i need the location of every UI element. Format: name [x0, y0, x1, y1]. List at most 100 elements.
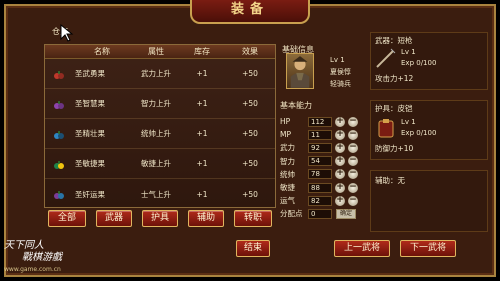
- stat-label: 敏捷: [280, 183, 295, 193]
- minus-icon[interactable]: −: [348, 142, 358, 153]
- item-effect: +50: [242, 129, 258, 138]
- filter-all-button[interactable]: 全部: [48, 210, 86, 227]
- col-effect: 效果: [242, 47, 258, 56]
- item-attr: 武力上升: [141, 69, 171, 78]
- stat-row-hp: HP 112 + −: [280, 115, 370, 128]
- prev-general-button[interactable]: 上一武将: [334, 240, 390, 257]
- minus-icon[interactable]: −: [348, 169, 358, 180]
- table-row[interactable]: 圣武勇果 武力上升 +1 +50: [45, 59, 275, 89]
- item-name: 圣奸运果: [75, 189, 105, 199]
- fruit-icon: [54, 100, 64, 109]
- item-attr: 士气上升: [141, 189, 171, 199]
- plus-icon[interactable]: +: [335, 142, 345, 153]
- general-level: Lv 1: [330, 56, 345, 64]
- table-row[interactable]: 圣奸运果 士气上升 +1 +50: [45, 179, 275, 209]
- minus-icon[interactable]: −: [348, 182, 358, 193]
- stat-label: 运气: [280, 196, 295, 206]
- fruit-icon: [54, 70, 64, 79]
- table-header: 名称 属性 库存 效果: [45, 45, 275, 59]
- weapon-exp: Exp 0/100: [401, 59, 437, 67]
- plus-icon[interactable]: +: [335, 129, 345, 140]
- watermark-site: www.game.com.cn: [4, 266, 61, 273]
- unit-type: 轻骑兵: [330, 80, 351, 88]
- item-table: 名称 属性 库存 效果 圣武勇果 武力上升 +1 +50 圣智慧果 智力上升 +…: [44, 44, 276, 208]
- next-general-button[interactable]: 下一武将: [400, 240, 456, 257]
- stat-value: 11: [308, 129, 332, 140]
- item-stock: +1: [196, 189, 208, 199]
- stat-label: 统帅: [280, 169, 295, 179]
- aux-value: 无: [397, 176, 406, 185]
- avatar: [286, 53, 314, 89]
- col-name: 名称: [94, 47, 110, 56]
- stat-row-points: 分配点 0 确定: [280, 207, 370, 220]
- stat-value: 112: [308, 116, 332, 127]
- plus-icon[interactable]: +: [335, 195, 345, 206]
- item-name: 圣精壮果: [75, 129, 105, 138]
- armor-name: 皮铠: [397, 104, 413, 113]
- col-attr: 属性: [148, 47, 164, 56]
- watermark: 天下同人 戰棋游戲 www.game.com.cn: [0, 240, 80, 281]
- item-attr: 智力上升: [141, 99, 171, 108]
- weapon-effect: 攻击力+12: [375, 74, 414, 83]
- plus-icon[interactable]: +: [335, 169, 345, 180]
- fruit-icon: [54, 130, 64, 139]
- end-button[interactable]: 结束: [236, 240, 270, 257]
- item-effect: +50: [242, 159, 258, 168]
- fruit-icon: [54, 191, 64, 199]
- plus-icon[interactable]: +: [335, 156, 345, 167]
- fruit-icon: [54, 160, 64, 169]
- stat-label: MP: [280, 130, 291, 140]
- item-attr: 敏捷上升: [141, 159, 171, 168]
- item-name: 圣敏捷果: [75, 159, 105, 168]
- stat-label: 武力: [280, 143, 295, 153]
- armor-slot[interactable]: 护具：皮铠 Lv 1 Exp 0/100 防御力+10: [370, 100, 488, 160]
- col-stock: 库存: [194, 47, 210, 56]
- item-effect: +50: [242, 99, 258, 108]
- stat-value: 82: [308, 195, 332, 206]
- armor-exp: Exp 0/100: [401, 129, 437, 137]
- stat-value: 54: [308, 156, 332, 167]
- aux-slot[interactable]: 辅助：无: [370, 170, 488, 232]
- item-effect: +50: [242, 189, 258, 199]
- table-row[interactable]: 圣精壮果 统帅上升 +1 +50: [45, 119, 275, 149]
- weapon-level: Lv 1: [401, 48, 416, 56]
- item-stock: +1: [196, 69, 208, 78]
- minus-icon[interactable]: −: [348, 116, 358, 127]
- general-name: 夏侯惇: [330, 68, 351, 76]
- stat-label: 智力: [280, 156, 295, 166]
- filter-armor-button[interactable]: 护具: [142, 210, 178, 227]
- stat-row-str: 武力 92 + −: [280, 141, 370, 154]
- table-row[interactable]: 圣敏捷果 敏捷上升 +1 +50: [45, 149, 275, 179]
- item-name: 圣武勇果: [75, 69, 105, 78]
- stat-row-agi: 敏捷 88 + −: [280, 181, 370, 194]
- armor-icon: [378, 119, 394, 138]
- plus-icon[interactable]: +: [335, 182, 345, 193]
- stat-row-luck: 运气 82 + −: [280, 194, 370, 207]
- stat-value: 78: [308, 169, 332, 180]
- minus-icon[interactable]: −: [348, 195, 358, 206]
- minus-icon[interactable]: −: [348, 156, 358, 167]
- filter-aux-button[interactable]: 辅助: [188, 210, 224, 227]
- stat-value: 88: [308, 182, 332, 193]
- item-attr: 统帅上升: [141, 129, 171, 138]
- confirm-button[interactable]: 确定: [336, 208, 357, 219]
- basic-info-lines: Lv 1 夏侯惇 轻骑兵: [330, 54, 351, 90]
- item-name: 圣智慧果: [75, 99, 105, 108]
- general-portrait-icon: [290, 56, 310, 88]
- points-label: 分配点: [280, 209, 303, 219]
- minus-icon[interactable]: −: [348, 129, 358, 140]
- stats-panel: 基本能力 HP 112 + − MP 11 + − 武力 92 + − 智力 5…: [280, 100, 370, 240]
- stats-header: 基本能力: [280, 101, 312, 110]
- stat-row-mp: MP 11 + −: [280, 128, 370, 141]
- spear-icon: [376, 48, 396, 68]
- stat-row-int: 智力 54 + −: [280, 155, 370, 168]
- weapon-slot[interactable]: 武器：短枪 Lv 1 Exp 0/100 攻击力+12: [370, 32, 488, 90]
- weapon-label: 武器：: [375, 36, 398, 45]
- stat-row-lead: 统帅 78 + −: [280, 168, 370, 181]
- job-change-button[interactable]: 转职: [234, 210, 272, 227]
- filter-weapon-button[interactable]: 武器: [96, 210, 132, 227]
- table-row[interactable]: 圣智慧果 智力上升 +1 +50: [45, 89, 275, 119]
- item-stock: +1: [196, 99, 208, 108]
- points-value: 0: [308, 208, 332, 219]
- plus-icon[interactable]: +: [335, 116, 345, 127]
